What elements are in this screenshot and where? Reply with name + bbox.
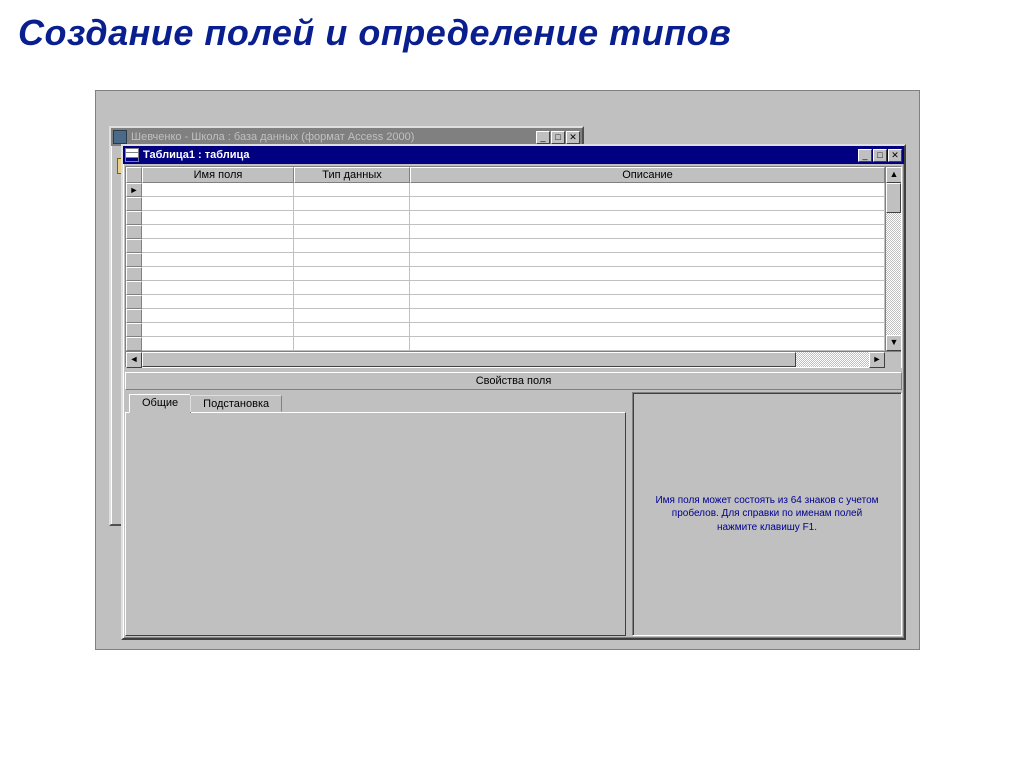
row-selector[interactable]	[126, 337, 142, 351]
properties-tabs-panel: Общие Подстановка	[125, 392, 626, 636]
db-window-title-text: Шевченко - Школа : база данных (формат A…	[131, 131, 536, 143]
cell-data-type[interactable]	[294, 267, 410, 281]
table-maximize-button[interactable]: □	[873, 149, 887, 162]
table-row[interactable]	[126, 211, 885, 225]
row-selector[interactable]	[126, 281, 142, 295]
table-row[interactable]	[126, 295, 885, 309]
tabstrip: Общие Подстановка	[125, 392, 626, 412]
field-grid: Имя поля Тип данных Описание ► ▲ ▼ ◄	[125, 166, 902, 368]
cell-data-type[interactable]	[294, 225, 410, 239]
table-close-button[interactable]: ✕	[888, 149, 902, 162]
grid-horizontal-scrollbar[interactable]: ◄ ►	[126, 351, 901, 367]
table-icon	[125, 148, 139, 162]
column-header-field-name[interactable]: Имя поля	[142, 167, 294, 183]
table-row[interactable]	[126, 267, 885, 281]
row-selector[interactable]	[126, 239, 142, 253]
table-row[interactable]	[126, 239, 885, 253]
scroll-sizegrip	[885, 352, 901, 368]
table-row[interactable]	[126, 253, 885, 267]
table-row[interactable]	[126, 197, 885, 211]
table-window-titlebar[interactable]: Таблица1 : таблица _ □ ✕	[123, 146, 904, 164]
row-selector[interactable]	[126, 211, 142, 225]
row-selector[interactable]	[126, 267, 142, 281]
tab-general-body	[125, 412, 626, 636]
table-minimize-button[interactable]: _	[858, 149, 872, 162]
row-selector[interactable]	[126, 309, 142, 323]
cell-description[interactable]	[410, 225, 885, 239]
db-close-button[interactable]: ✕	[566, 131, 580, 144]
cell-data-type[interactable]	[294, 295, 410, 309]
row-selector[interactable]	[126, 197, 142, 211]
cell-field-name[interactable]	[142, 267, 294, 281]
page-title: Создание полей и определение типов	[18, 12, 731, 54]
table-window-title-text: Таблица1 : таблица	[143, 149, 858, 161]
cell-field-name[interactable]	[142, 183, 294, 197]
scroll-thumb-h[interactable]	[142, 352, 796, 367]
cell-field-name[interactable]	[142, 309, 294, 323]
properties-caption: Свойства поля	[125, 372, 902, 390]
cell-field-name[interactable]	[142, 197, 294, 211]
help-text-panel: Имя поля может состоять из 64 знаков с у…	[632, 392, 902, 636]
cell-field-name[interactable]	[142, 295, 294, 309]
cell-description[interactable]	[410, 183, 885, 197]
workspace: Шевченко - Школа : база данных (формат A…	[95, 90, 920, 650]
row-selector[interactable]: ►	[126, 183, 142, 197]
scroll-track-v[interactable]	[886, 183, 901, 335]
cell-description[interactable]	[410, 309, 885, 323]
cell-description[interactable]	[410, 281, 885, 295]
table-row[interactable]	[126, 323, 885, 337]
cell-field-name[interactable]	[142, 211, 294, 225]
scroll-right-button[interactable]: ►	[869, 352, 885, 368]
table-row[interactable]	[126, 225, 885, 239]
table-row[interactable]	[126, 337, 885, 351]
cell-data-type[interactable]	[294, 323, 410, 337]
cell-description[interactable]	[410, 197, 885, 211]
cell-description[interactable]	[410, 211, 885, 225]
scroll-track-h[interactable]	[142, 352, 869, 367]
cell-description[interactable]	[410, 295, 885, 309]
tab-lookup[interactable]: Подстановка	[190, 395, 282, 412]
cell-data-type[interactable]	[294, 239, 410, 253]
properties-area: Общие Подстановка Имя поля может состоят…	[125, 392, 902, 636]
db-maximize-button[interactable]: □	[551, 131, 565, 144]
cell-data-type[interactable]	[294, 253, 410, 267]
scroll-up-button[interactable]: ▲	[886, 167, 901, 183]
cell-field-name[interactable]	[142, 253, 294, 267]
cell-description[interactable]	[410, 267, 885, 281]
scroll-left-button[interactable]: ◄	[126, 352, 142, 368]
tab-general[interactable]: Общие	[129, 394, 191, 413]
scroll-thumb-v[interactable]	[886, 183, 901, 213]
table-row[interactable]	[126, 309, 885, 323]
row-selector-header[interactable]	[126, 167, 142, 183]
row-selector[interactable]	[126, 295, 142, 309]
db-window-icon	[113, 130, 127, 144]
db-minimize-button[interactable]: _	[536, 131, 550, 144]
column-header-data-type[interactable]: Тип данных	[294, 167, 410, 183]
cell-data-type[interactable]	[294, 211, 410, 225]
cell-data-type[interactable]	[294, 183, 410, 197]
table-design-window: Таблица1 : таблица _ □ ✕ Имя поля Тип да…	[121, 144, 906, 640]
cell-field-name[interactable]	[142, 225, 294, 239]
cell-data-type[interactable]	[294, 309, 410, 323]
cell-data-type[interactable]	[294, 197, 410, 211]
scroll-down-button[interactable]: ▼	[886, 335, 901, 351]
cell-description[interactable]	[410, 253, 885, 267]
cell-field-name[interactable]	[142, 281, 294, 295]
cell-field-name[interactable]	[142, 337, 294, 351]
column-header-description[interactable]: Описание	[410, 167, 885, 183]
cell-field-name[interactable]	[142, 239, 294, 253]
cell-field-name[interactable]	[142, 323, 294, 337]
table-row[interactable]: ►	[126, 183, 885, 197]
cell-description[interactable]	[410, 239, 885, 253]
grid-header-row: Имя поля Тип данных Описание	[126, 167, 885, 183]
grid-vertical-scrollbar[interactable]: ▲ ▼	[885, 167, 901, 351]
table-row[interactable]	[126, 281, 885, 295]
row-selector[interactable]	[126, 253, 142, 267]
cell-data-type[interactable]	[294, 281, 410, 295]
cell-data-type[interactable]	[294, 337, 410, 351]
cell-description[interactable]	[410, 337, 885, 351]
cell-description[interactable]	[410, 323, 885, 337]
row-selector[interactable]	[126, 323, 142, 337]
row-selector[interactable]	[126, 225, 142, 239]
